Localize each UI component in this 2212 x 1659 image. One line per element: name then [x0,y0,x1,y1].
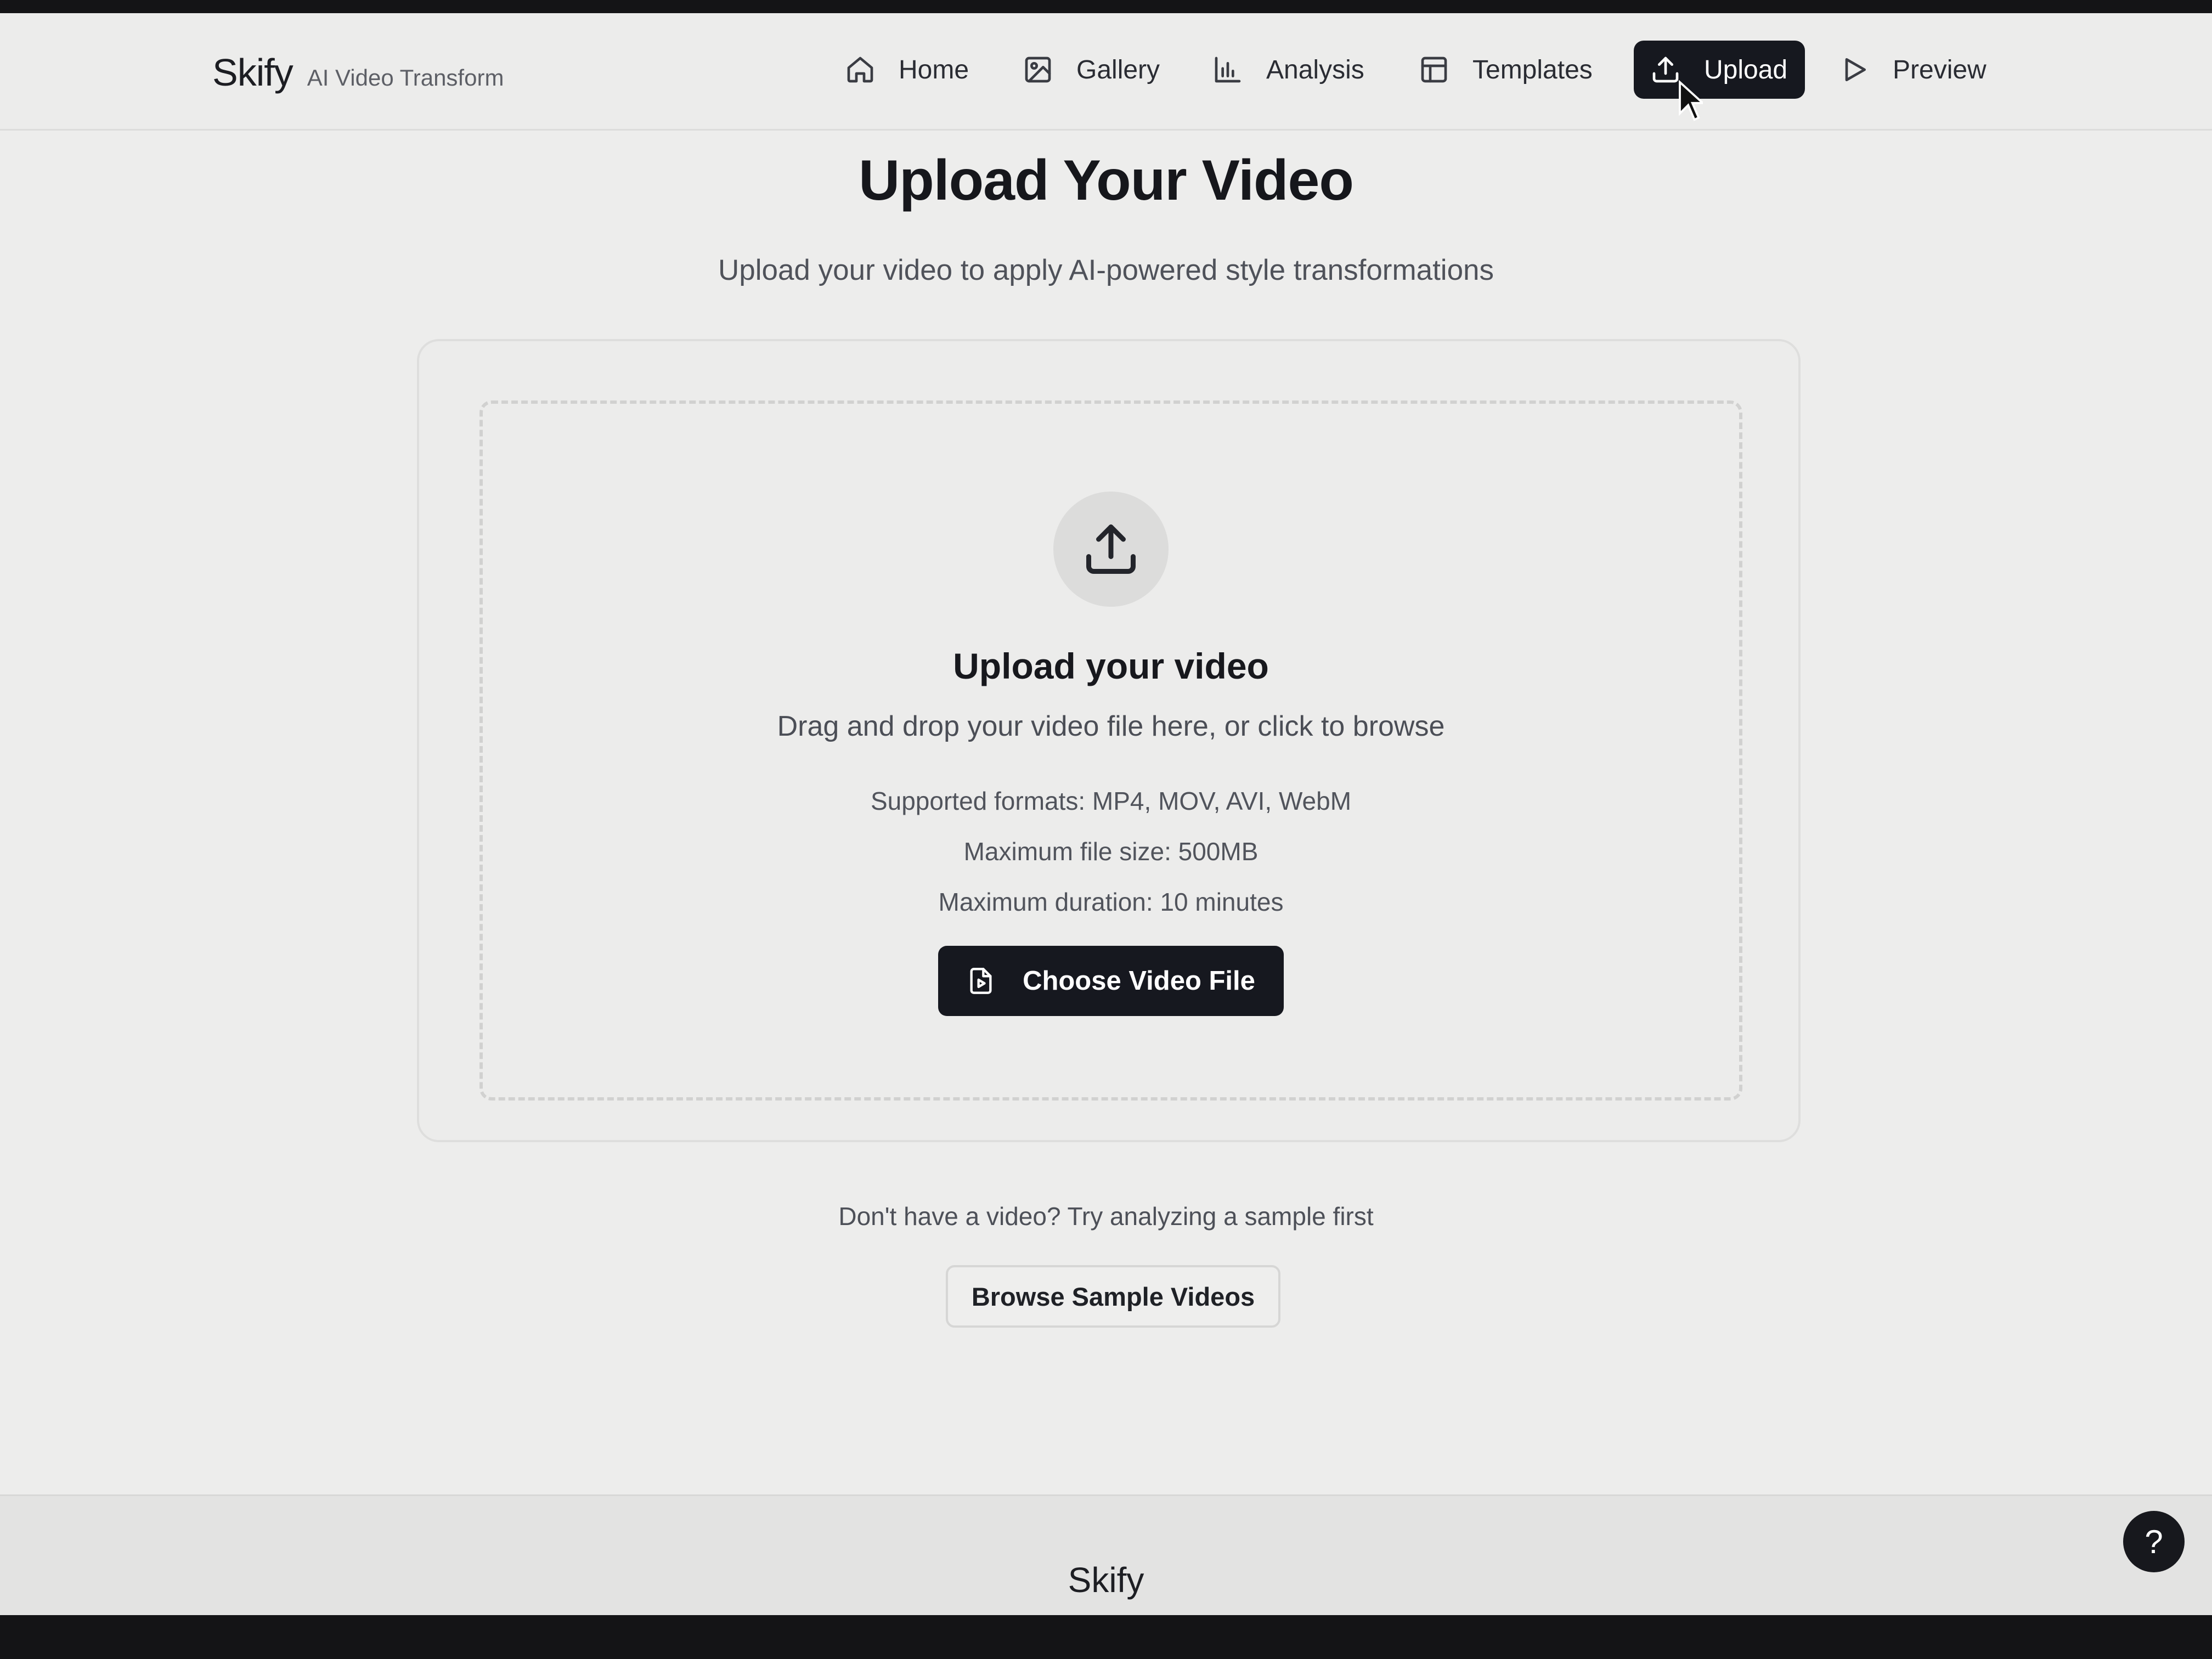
help-button[interactable]: ? [2123,1511,2185,1572]
sample-prompt-text: Don't have a video? Try analyzing a samp… [838,1202,1374,1231]
footer-brand: Skify [1068,1560,1144,1600]
choose-video-file-button[interactable]: Choose Video File [938,946,1284,1016]
play-icon [1845,58,1866,82]
max-file-size: Maximum file size: 500MB [963,837,1259,866]
mouse-cursor-icon [1679,80,1703,121]
nav-upload-label: Upload [1704,55,1788,84]
supported-formats: Supported formats: MP4, MOV, AVI, WebM [870,787,1352,815]
bar-chart-icon [1215,57,1241,83]
nav-home[interactable]: Home [845,41,969,99]
nav-templates-label: Templates [1472,55,1593,84]
app-window: Skify AI Video Transform Home Gallery An… [0,13,2212,1615]
brand[interactable]: Skify AI Video Transform [212,50,504,94]
footer: Skify [0,1494,2212,1615]
nav-preview[interactable]: Preview [1839,41,1987,99]
top-navbar: Skify AI Video Transform Home Gallery An… [0,13,2212,131]
page-subtitle: Upload your video to apply AI-powered st… [718,254,1494,286]
page-title: Upload Your Video [859,149,1354,212]
nav-preview-label: Preview [1893,55,1987,84]
choose-video-file-label: Choose Video File [1023,966,1255,996]
home-icon [847,57,873,83]
upload-icon [1086,524,1136,574]
nav-analysis[interactable]: Analysis [1212,41,1364,99]
nav-gallery-label: Gallery [1076,55,1160,84]
nav-upload[interactable]: Upload [1634,41,1805,99]
nav-templates[interactable]: Templates [1419,41,1593,99]
file-video-icon [970,968,992,994]
upload-card: Upload your video Drag and drop your vid… [417,339,1801,1142]
video-dropzone[interactable]: Upload your video Drag and drop your vid… [479,400,1742,1101]
brand-name: Skify [212,51,294,94]
nav-home-label: Home [899,55,969,84]
dropzone-title: Upload your video [953,646,1269,686]
nav-gallery[interactable]: Gallery [1023,41,1160,99]
brand-tagline: AI Video Transform [307,65,504,91]
upload-icon-circle [1053,492,1169,607]
browse-sample-videos-button[interactable]: Browse Sample Videos [946,1265,1280,1328]
upload-icon [1652,57,1679,83]
dropzone-description: Drag and drop your video file here, or c… [777,710,1445,742]
nav-analysis-label: Analysis [1266,55,1364,84]
max-duration: Maximum duration: 10 minutes [938,888,1284,916]
image-icon [1025,57,1051,83]
layout-icon [1421,57,1447,83]
